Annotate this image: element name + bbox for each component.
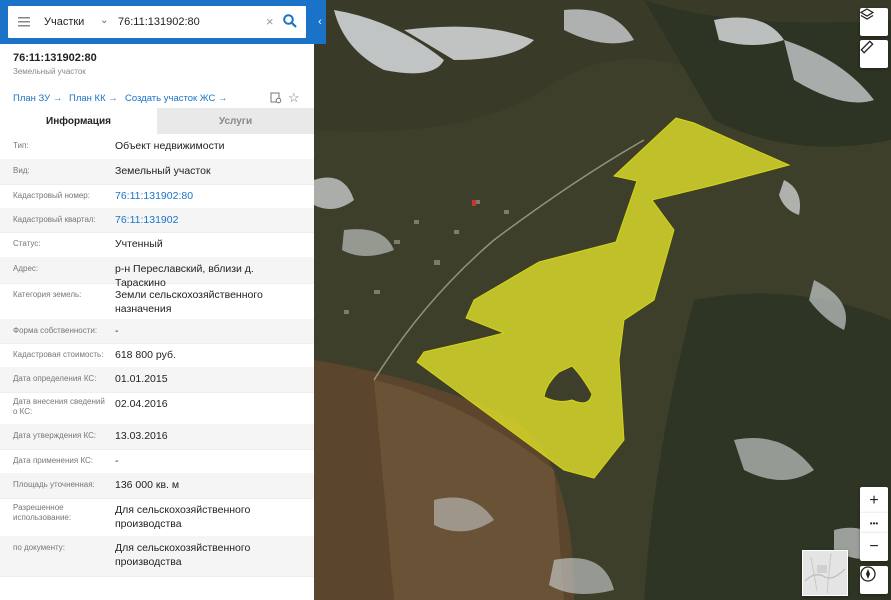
info-row-label: Дата применения КС: <box>13 456 94 465</box>
info-row: Кадастровый квартал: 76:11:131902 <box>0 208 314 233</box>
category-select[interactable]: Участки <box>44 16 84 28</box>
basemap-switcher-thumbnail[interactable] <box>802 550 848 596</box>
zoom-in-button[interactable]: + <box>860 487 888 515</box>
create-plot-link[interactable]: Создать участок ЖС → <box>125 93 227 104</box>
info-row-label: Дата внесения сведений о КС: <box>13 397 105 416</box>
menu-icon[interactable] <box>18 17 30 30</box>
info-row: Статус: Учтенный <box>0 232 314 258</box>
info-row: Форма собственности: - <box>0 319 314 344</box>
search-input[interactable]: 76:11:131902:80 <box>118 16 200 28</box>
tab-info[interactable]: Информация <box>0 108 157 134</box>
info-row-value: Объект недвижимости <box>115 140 225 152</box>
info-row: Вид: Земельный участок <box>0 159 314 185</box>
info-row: по документу: Для сельскохозяйственного п… <box>0 536 314 577</box>
search-box: Участки ⌄ 76:11:131902:80 × <box>8 6 306 38</box>
info-row-label: Кадастровая стоимость: <box>13 350 104 359</box>
plan-zu-link[interactable]: План ЗУ → <box>13 93 62 104</box>
info-row-label: Кадастровый квартал: <box>13 215 96 224</box>
info-row: Кадастровый номер: 76:11:131902:80 <box>0 184 314 209</box>
info-row-value: Учтенный <box>115 238 163 250</box>
info-row-label: Тип: <box>13 141 29 150</box>
info-row: Площадь уточненная: 136 000 кв. м <box>0 473 314 499</box>
clear-icon[interactable]: × <box>266 14 274 29</box>
chevron-down-icon[interactable]: ⌄ <box>100 15 108 26</box>
info-row-link[interactable]: 76:11:131902 <box>115 213 307 227</box>
map-imagery <box>314 0 891 600</box>
info-row-label: Категория земель: <box>13 290 82 299</box>
search-icon <box>283 14 297 28</box>
collapse-panel-button[interactable]: ‹ <box>314 0 326 44</box>
map-thumbnail-icon <box>804 552 846 594</box>
info-row-value: 13.03.2016 <box>115 430 168 442</box>
info-row-label: Дата утверждения КС: <box>13 431 97 440</box>
info-row-value: 01.01.2015 <box>115 373 168 385</box>
info-row-link[interactable]: 76:11:131902:80 <box>115 189 307 203</box>
info-row-value: Для сельскохозяйственного производства <box>115 504 251 530</box>
info-row-value: 02.04.2016 <box>115 398 168 410</box>
info-row-label: Статус: <box>13 239 41 248</box>
search-bar: Участки ⌄ 76:11:131902:80 × <box>0 0 314 44</box>
favorite-star-icon[interactable]: ☆ <box>288 90 300 106</box>
chevron-left-icon: ‹ <box>318 16 322 28</box>
info-row: Тип: Объект недвижимости <box>0 134 314 160</box>
page-title: 76:11:131902:80 <box>13 52 97 64</box>
plan-kk-link[interactable]: План КК → <box>69 93 118 104</box>
ruler-button[interactable] <box>860 40 888 68</box>
report-icon[interactable] <box>270 92 282 107</box>
info-row: Дата внесения сведений о КС: 02.04.2016 <box>0 392 314 425</box>
info-row-value: Для сельскохозяйственного производства <box>115 542 251 568</box>
info-row-label: Форма собственности: <box>13 326 98 335</box>
info-row: Адрес: р-н Переславский, вблизи д. Тараск… <box>0 257 314 289</box>
info-row-label: Дата определения КС: <box>13 374 97 383</box>
satellite-map[interactable]: + ••• − <box>314 0 891 600</box>
info-row-value: - <box>115 455 119 467</box>
search-button[interactable] <box>283 14 297 31</box>
info-row-value: Земли сельскохозяйственного назначения <box>115 289 263 315</box>
compass-icon <box>860 566 876 582</box>
info-row-value: 136 000 кв. м <box>115 479 180 491</box>
info-row: Дата определения КС: 01.01.2015 <box>0 367 314 393</box>
info-row-label: Площадь уточненная: <box>13 480 95 489</box>
layers-button[interactable] <box>860 8 888 36</box>
ruler-icon <box>860 40 874 54</box>
page-subtitle: Земельный участок <box>13 67 86 76</box>
compass-button[interactable] <box>860 566 888 594</box>
info-row: Кадастровая стоимость: 618 800 руб. <box>0 343 314 368</box>
info-row: Дата утверждения КС: 13.03.2016 <box>0 424 314 450</box>
tab-services[interactable]: Услуги <box>157 108 314 134</box>
info-panel: Участки ⌄ 76:11:131902:80 × 76:11:131902… <box>0 0 314 600</box>
info-row-label: Адрес: <box>13 264 39 273</box>
info-row-value: 618 800 руб. <box>115 349 176 361</box>
info-row-value: - <box>115 325 119 337</box>
info-row-label: Вид: <box>13 166 30 175</box>
info-row: Категория земель: Земли сельскохозяйствен… <box>0 283 314 320</box>
layers-icon <box>860 8 874 20</box>
info-row: Разрешенное использование: Для сельскохоз… <box>0 498 314 537</box>
info-row-label: по документу: <box>13 543 65 552</box>
info-row-value: Земельный участок <box>115 165 211 177</box>
info-row: Дата применения КС: - <box>0 449 314 474</box>
more-controls-button[interactable]: ••• <box>860 513 888 533</box>
info-row-label: Кадастровый номер: <box>13 191 90 200</box>
info-row-label: Разрешенное использование: <box>13 503 72 522</box>
zoom-out-button[interactable]: − <box>860 533 888 561</box>
